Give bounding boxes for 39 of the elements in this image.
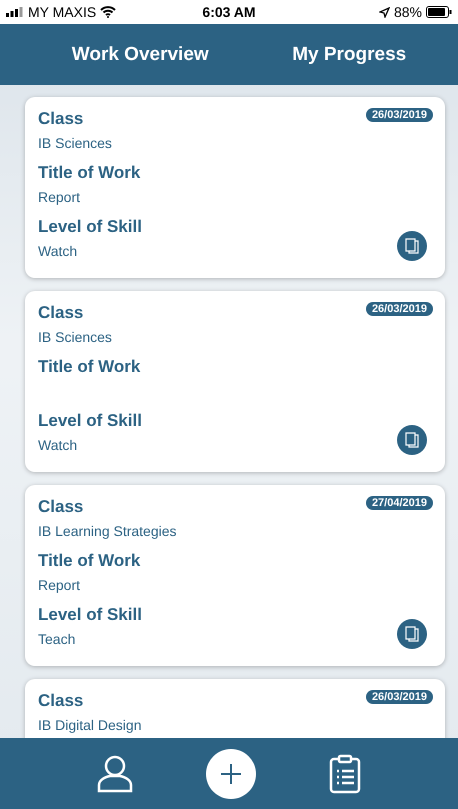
- date-badge: 27/04/2019: [366, 496, 433, 510]
- work-card[interactable]: Class 26/03/2019 IB Digital Design: [25, 679, 445, 738]
- field-label: Title of Work: [38, 163, 140, 183]
- signal-icon: [6, 7, 24, 17]
- field-label: Level of Skill: [38, 411, 142, 431]
- carrier-name: MY MAXIS: [28, 4, 96, 20]
- field-value: IB Digital Design: [38, 717, 142, 734]
- field-value: IB Learning Strategies: [38, 523, 177, 540]
- tab[interactable]: Work Overview: [66, 40, 215, 70]
- field-label: Level of Skill: [38, 605, 142, 625]
- profile-icon[interactable]: [96, 754, 133, 792]
- field-value: IB Sciences: [38, 329, 112, 346]
- work-card[interactable]: Class 26/03/2019 IB Sciences Title of Work Report Level of Skill Watch: [25, 97, 445, 278]
- battery-icon: [426, 6, 452, 18]
- field-label: Title of Work: [38, 357, 140, 377]
- battery-percent: 88%: [394, 4, 422, 20]
- field-label: Level of Skill: [38, 217, 142, 237]
- date-badge: 26/03/2019: [366, 690, 433, 704]
- date-badge: 26/03/2019: [366, 302, 433, 316]
- field-value: Report: [38, 577, 80, 594]
- wifi-icon: [100, 6, 116, 18]
- add-button[interactable]: [206, 748, 256, 798]
- field-label: Class: [38, 497, 84, 517]
- location-arrow-icon: [378, 6, 390, 18]
- clock-time: 6:03 AM: [202, 4, 256, 20]
- field-value: Report: [38, 189, 80, 206]
- field-label: Title of Work: [38, 551, 140, 571]
- field-value: Watch: [38, 437, 78, 454]
- clipboard-list-icon[interactable]: [329, 754, 362, 794]
- field-value: Watch: [38, 243, 78, 260]
- field-label: Class: [38, 691, 84, 711]
- field-value: Teach: [38, 631, 76, 648]
- tab[interactable]: My Progress: [286, 40, 412, 70]
- field-label: Class: [38, 109, 84, 129]
- field-value: IB Sciences: [38, 135, 112, 152]
- work-card[interactable]: Class 27/04/2019 IB Learning Strategies Title of Work Report Level of Skill Teach: [25, 485, 445, 666]
- date-badge: 26/03/2019: [366, 108, 433, 122]
- work-card[interactable]: Class 26/03/2019 IB Sciences Title of Work Level of Skill Watch: [25, 291, 445, 472]
- field-label: Class: [38, 303, 84, 323]
